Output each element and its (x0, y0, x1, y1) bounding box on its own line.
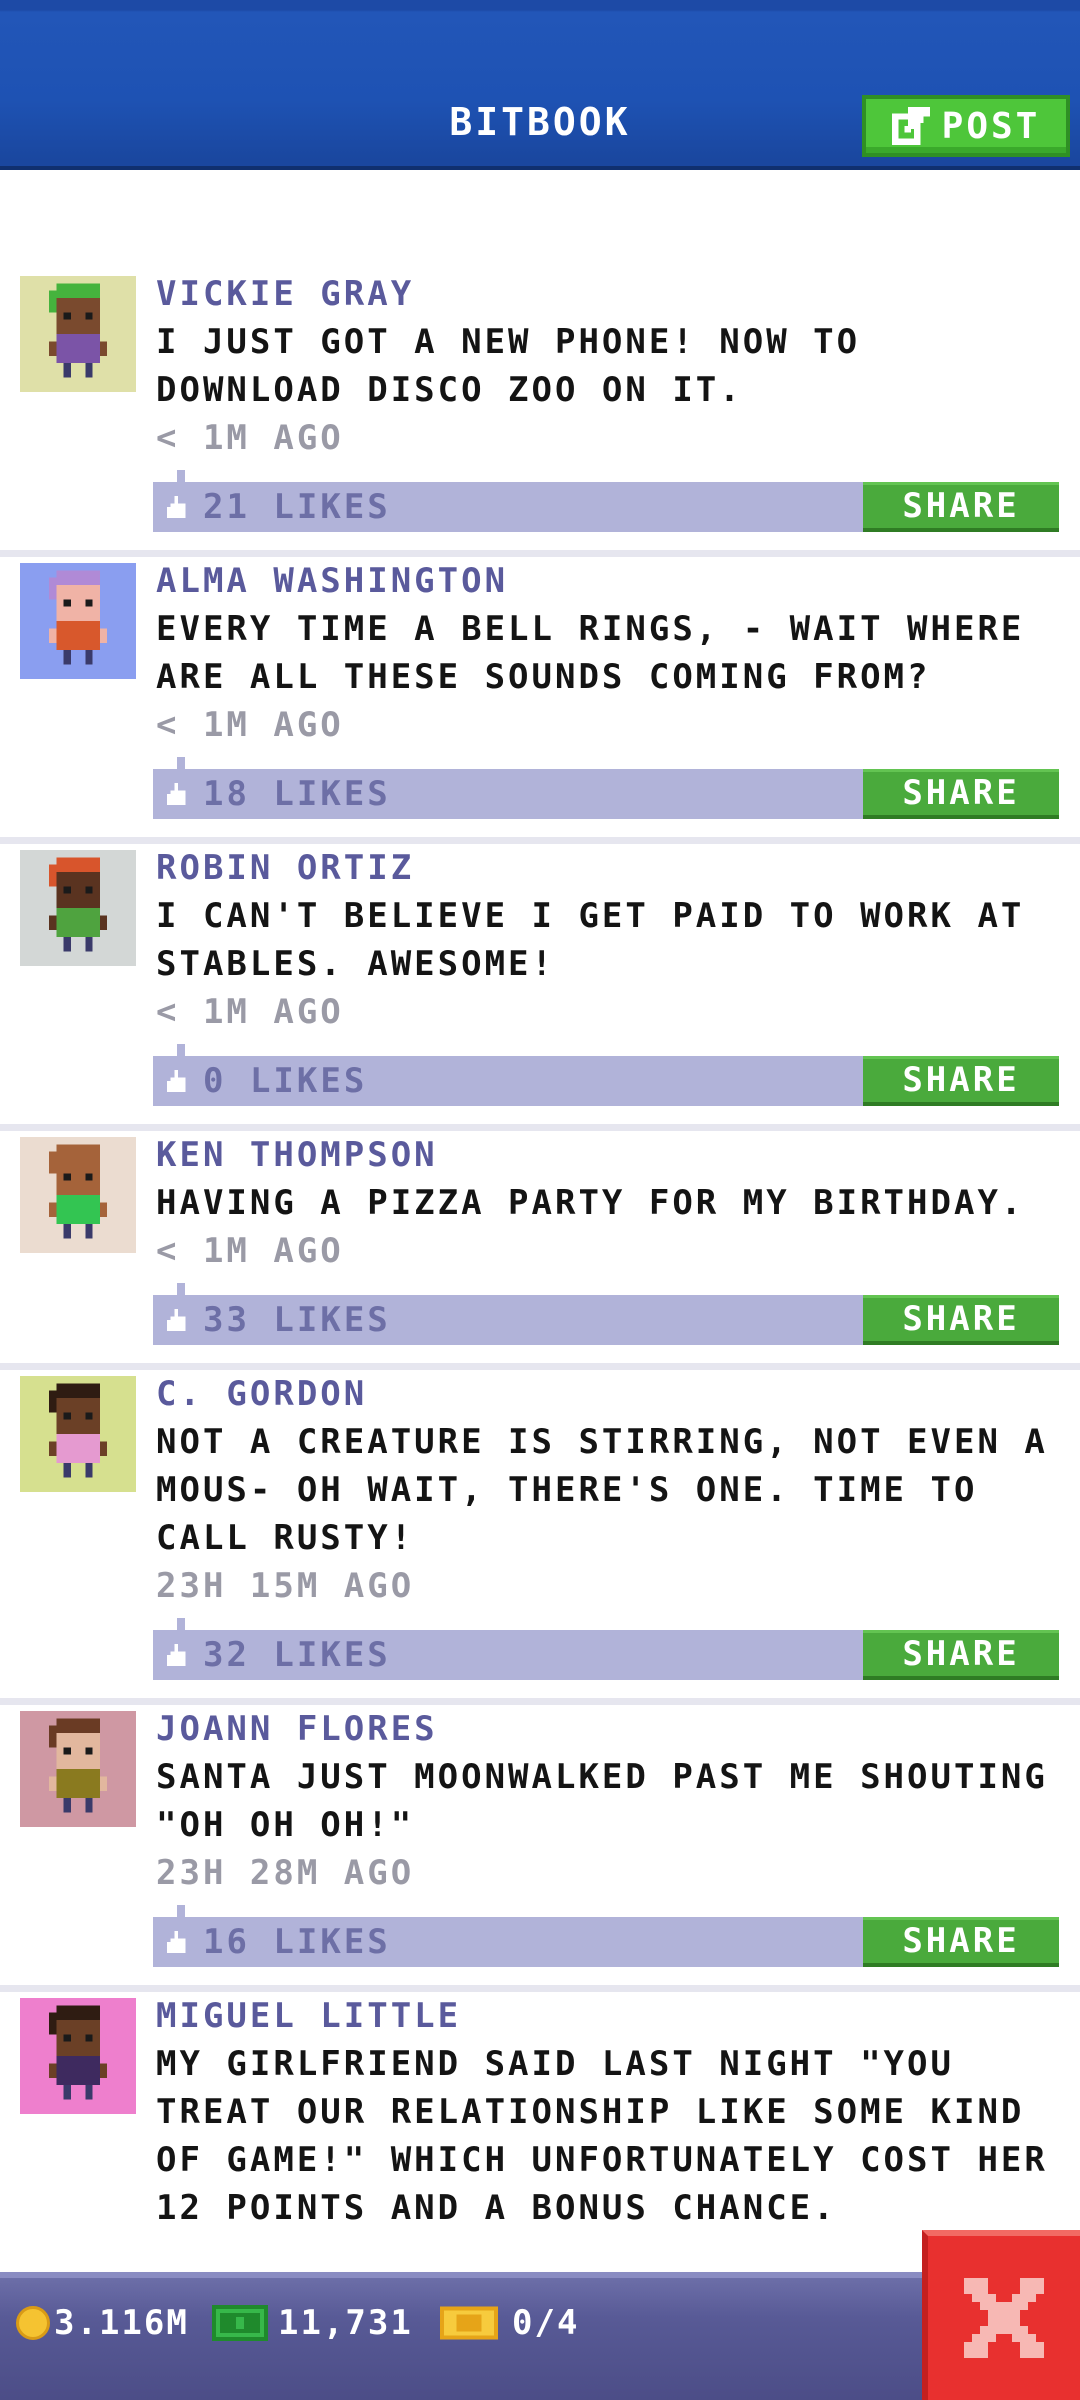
avatar[interactable] (20, 563, 136, 679)
likes-count: 33 LIKES (203, 1300, 391, 1340)
post-timestamp: < 1M AGO (156, 992, 344, 1032)
thumbs-up-icon[interactable] (167, 496, 189, 518)
share-button[interactable]: SHARE (863, 1056, 1059, 1106)
person-icon (20, 1711, 136, 1827)
person-icon (20, 1376, 136, 1492)
post-author[interactable]: MIGUEL LITTLE (156, 1992, 1070, 2040)
feed-post: VICKIE GRAY I JUST GOT A NEW PHONE! NOW … (0, 270, 1080, 557)
person-icon (20, 1998, 136, 2114)
feed-post: MIGUEL LITTLE MY GIRLFRIEND SAID LAST NI… (0, 1992, 1080, 2232)
post-timestamp: 23H 15M AGO (156, 1566, 415, 1606)
post-feed: VICKIE GRAY I JUST GOT A NEW PHONE! NOW … (0, 270, 1080, 2232)
share-button[interactable]: SHARE (863, 769, 1059, 819)
thumbs-up-icon[interactable] (167, 1644, 189, 1666)
post-message: I CAN'T BELIEVE I GET PAID TO WORK AT ST… (156, 896, 1025, 984)
post-timestamp: 23H 28M AGO (156, 1853, 415, 1893)
thumbs-up-icon[interactable] (167, 783, 189, 805)
cash-icon (212, 2305, 268, 2341)
likes-count: 18 LIKES (203, 774, 391, 814)
avatar[interactable] (20, 850, 136, 966)
likes-bar: 16 LIKES SHARE (153, 1905, 1059, 1967)
feed-post: KEN THOMPSON HAVING A PIZZA PARTY FOR MY… (0, 1131, 1080, 1370)
post-button-label: POST (941, 105, 1041, 147)
feed-post: ALMA WASHINGTON EVERY TIME A BELL RINGS,… (0, 557, 1080, 844)
likes-bar: 21 LIKES SHARE (153, 470, 1059, 532)
likes-count: 0 LIKES (203, 1061, 368, 1101)
post-button[interactable]: POST (862, 95, 1070, 157)
thumbs-up-icon[interactable] (167, 1309, 189, 1331)
coin-icon (16, 2306, 50, 2340)
share-button[interactable]: SHARE (863, 482, 1059, 532)
avatar[interactable] (20, 276, 136, 392)
post-author[interactable]: VICKIE GRAY (156, 270, 1070, 318)
likes-bar: 32 LIKES SHARE (153, 1618, 1059, 1680)
coins-value: 3.116M (54, 2303, 189, 2343)
likes-bar: 33 LIKES SHARE (153, 1283, 1059, 1345)
feed-post: JOANN FLORES SANTA JUST MOONWALKED PAST … (0, 1705, 1080, 1992)
avatar[interactable] (20, 1711, 136, 1827)
top-header: BITBOOK POST (0, 0, 1080, 170)
likes-bar: 0 LIKES SHARE (153, 1044, 1059, 1106)
tickets-stat: 0/4 (440, 2298, 579, 2348)
post-message: NOT A CREATURE IS STIRRING, NOT EVEN A M… (156, 1422, 1048, 1558)
post-message: SANTA JUST MOONWALKED PAST ME SHOUTING "… (156, 1757, 1048, 1845)
post-message: I JUST GOT A NEW PHONE! NOW TO DOWNLOAD … (156, 322, 861, 410)
tickets-value: 0/4 (512, 2303, 580, 2343)
likes-bar: 18 LIKES SHARE (153, 757, 1059, 819)
person-icon (20, 850, 136, 966)
cash-value: 11,731 (278, 2303, 413, 2343)
avatar[interactable] (20, 1998, 136, 2114)
coins-stat: 3.116M (16, 2298, 189, 2348)
post-author[interactable]: C. GORDON (156, 1370, 1070, 1418)
cash-stat: 11,731 (212, 2298, 413, 2348)
post-author[interactable]: KEN THOMPSON (156, 1131, 1070, 1179)
close-button[interactable] (922, 2230, 1080, 2400)
avatar[interactable] (20, 1137, 136, 1253)
share-button[interactable]: SHARE (863, 1917, 1059, 1967)
post-author[interactable]: ALMA WASHINGTON (156, 557, 1070, 605)
post-author[interactable]: ROBIN ORTIZ (156, 844, 1070, 892)
person-icon (20, 276, 136, 392)
likes-count: 32 LIKES (203, 1635, 391, 1675)
post-timestamp: < 1M AGO (156, 418, 344, 458)
bottom-status-bar: 3.116M 11,731 0/4 (0, 2272, 1080, 2400)
likes-count: 21 LIKES (203, 487, 391, 527)
share-button[interactable]: SHARE (863, 1630, 1059, 1680)
avatar[interactable] (20, 1376, 136, 1492)
post-message: HAVING A PIZZA PARTY FOR MY BIRTHDAY. (156, 1183, 1025, 1223)
post-author[interactable]: JOANN FLORES (156, 1705, 1070, 1753)
thumbs-up-icon[interactable] (167, 1070, 189, 1092)
person-icon (20, 1137, 136, 1253)
feed-post: C. GORDON NOT A CREATURE IS STIRRING, NO… (0, 1370, 1080, 1705)
post-timestamp: < 1M AGO (156, 705, 344, 745)
share-button[interactable]: SHARE (863, 1295, 1059, 1345)
likes-count: 16 LIKES (203, 1922, 391, 1962)
person-icon (20, 563, 136, 679)
feed-post: ROBIN ORTIZ I CAN'T BELIEVE I GET PAID T… (0, 844, 1080, 1131)
thumbs-up-icon[interactable] (167, 1931, 189, 1953)
post-message: EVERY TIME A BELL RINGS, - WAIT WHERE AR… (156, 609, 1025, 697)
post-message: MY GIRLFRIEND SAID LAST NIGHT "YOU TREAT… (156, 2044, 1048, 2228)
ticket-icon (440, 2306, 498, 2340)
close-icon (964, 2278, 1044, 2358)
post-timestamp: < 1M AGO (156, 1231, 344, 1271)
edit-icon (891, 107, 930, 145)
